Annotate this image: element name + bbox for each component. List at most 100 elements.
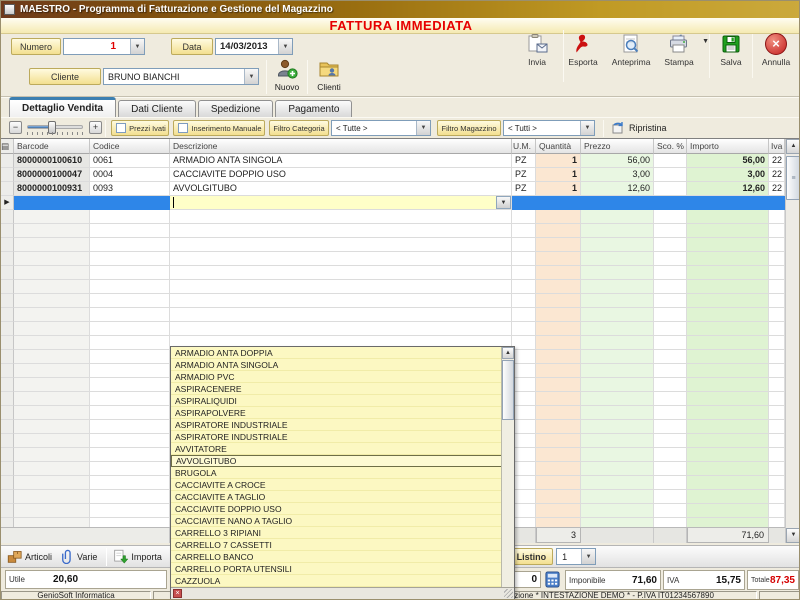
scroll-down-icon[interactable]: ▼ [786, 528, 800, 543]
clienti-button[interactable]: Clienti [313, 58, 345, 92]
cell-iva [769, 448, 785, 462]
dropdown-item[interactable]: CACCIAVITE A CROCE [171, 479, 503, 491]
dropdown-item[interactable]: CACCIAVITE NANO A TAGLIO [171, 515, 503, 527]
stampa-dropdown-arrow-icon[interactable]: ▼ [702, 38, 709, 45]
data-button[interactable]: Data [171, 38, 213, 55]
cell-iva: 22 [769, 168, 785, 182]
filtro-magazzino-combo[interactable]: < Tutti > ▼ [503, 120, 595, 136]
numero-combo[interactable]: 1 ▼ [63, 38, 145, 55]
data-combo[interactable]: 14/03/2013 ▼ [215, 38, 293, 55]
dropdown-item[interactable]: ARMADIO ANTA SINGOLA [171, 359, 503, 371]
scroll-up-icon[interactable]: ▲ [786, 139, 800, 154]
table-row[interactable]: 80000001009310093AVVOLGITUBOPZ112,6012,6… [1, 182, 800, 196]
close-icon[interactable]: × [173, 589, 182, 598]
cell-barcode [14, 294, 90, 308]
dropdown-item[interactable]: CACCIAVITE A TAGLIO [171, 491, 503, 503]
dropdown-item[interactable]: CARRELLO BANCO [171, 551, 503, 563]
column-header-prezzo[interactable]: Prezzo [581, 139, 654, 154]
scroll-thumb[interactable] [502, 360, 514, 420]
invia-label: Invia [528, 57, 546, 67]
descrizione-editor[interactable]: ▼ [170, 196, 512, 210]
varie-button[interactable]: Varie [61, 549, 97, 564]
esporta-button[interactable]: Esporta [560, 30, 606, 67]
table-row[interactable]: 80000001000470004CACCIAVITE DOPPIO USOPZ… [1, 168, 800, 182]
column-header-descrizione[interactable]: Descrizione [170, 139, 512, 154]
numero-dropdown-icon[interactable]: ▼ [130, 39, 144, 54]
dropdown-item[interactable]: AVVITATORE [171, 443, 503, 455]
importa-button[interactable]: Importa [113, 549, 162, 564]
stampa-button[interactable]: Stampa [656, 30, 702, 67]
dropdown-icon[interactable]: ▼ [581, 549, 595, 564]
column-header-barcode[interactable]: Barcode [14, 139, 90, 154]
nuovo-button[interactable]: Nuovo [271, 58, 303, 92]
checkbox-icon[interactable] [178, 123, 188, 133]
filtro-magazzino-button[interactable]: Filtro Magazzino [437, 120, 501, 136]
cell-prezzo [581, 434, 654, 448]
dropdown-item[interactable]: ARMADIO ANTA DOPPIA [171, 347, 503, 359]
cell-sco [654, 434, 687, 448]
zoom-out-button[interactable]: − [9, 121, 22, 134]
data-dropdown-icon[interactable]: ▼ [278, 39, 292, 54]
tab-spedizione[interactable]: Spedizione [198, 100, 273, 117]
listino-combo[interactable]: 1 ▼ [556, 548, 596, 565]
dropdown-item[interactable]: ASPIRACENERE [171, 383, 503, 395]
tab-dettaglio-vendita[interactable]: Dettaglio Vendita [9, 97, 116, 117]
numero-button[interactable]: Numero [11, 38, 61, 55]
dropdown-scrollbar[interactable]: ▲ [501, 347, 514, 587]
dropdown-item[interactable]: ASPIRALIQUIDI [171, 395, 503, 407]
dropdown-item[interactable]: BRUGOLA [171, 467, 503, 479]
printer-icon [668, 33, 690, 55]
articoli-button[interactable]: Articoli [7, 549, 52, 564]
table-row[interactable]: 80000001006100061ARMADIO ANTA SINGOLAPZ1… [1, 154, 800, 168]
dropdown-item[interactable]: ASPIRAPOLVERE [171, 407, 503, 419]
column-header-quantita[interactable]: Quantità [536, 139, 581, 154]
dropdown-item[interactable]: CARRELLO 7 CASSETTI [171, 539, 503, 551]
prezzi-ivati-label: Prezzi Ivati [129, 124, 166, 133]
dropdown-item[interactable]: CARRELLO PORTA UTENSILI [171, 563, 503, 575]
resize-grip-icon[interactable] [504, 589, 513, 598]
zoom-slider[interactable] [27, 125, 83, 129]
filtro-categoria-button[interactable]: Filtro Categoria [269, 120, 329, 136]
column-header-codice[interactable]: Codice [90, 139, 170, 154]
dropdown-item[interactable]: CARRELLO 3 RIPIANI [171, 527, 503, 539]
cliente-combo[interactable]: BRUNO BIANCHI ▼ [103, 68, 259, 85]
column-header-um[interactable]: U.M. [512, 139, 536, 154]
invia-button[interactable]: Invia [514, 30, 560, 67]
annulla-button[interactable]: × Annulla [753, 30, 799, 67]
active-row[interactable]: ▶ ▼ [1, 196, 800, 210]
dropdown-item[interactable]: CAZZUOLA [171, 575, 503, 587]
editor-dropdown-button[interactable]: ▼ [496, 196, 511, 209]
dropdown-item[interactable]: CACCIAVITE DOPPIO USO [171, 503, 503, 515]
tab-pagamento[interactable]: Pagamento [275, 100, 352, 117]
cell-prezzo [581, 392, 654, 406]
ripristina-button[interactable]: Ripristina [611, 121, 667, 135]
prezzi-ivati-checkbox[interactable]: Prezzi Ivati [111, 120, 169, 136]
grid-scrollbar[interactable]: ▲ ▼ [785, 139, 800, 543]
scroll-up-icon[interactable]: ▲ [502, 347, 514, 359]
checkbox-icon[interactable] [116, 123, 126, 133]
scroll-thumb[interactable] [786, 156, 800, 200]
cliente-dropdown-icon[interactable]: ▼ [244, 69, 258, 84]
column-header-iva[interactable]: Iva [769, 139, 785, 154]
dropdown-icon[interactable]: ▼ [416, 121, 430, 135]
salva-button[interactable]: Salva [710, 30, 752, 67]
app-window: MAESTRO - Programma di Fatturazione e Ge… [0, 0, 800, 600]
calcolatrice-button[interactable] [544, 571, 561, 590]
filtro-categoria-combo[interactable]: < Tutte > ▼ [331, 120, 431, 136]
cell-importo [687, 392, 769, 406]
title-bar[interactable]: MAESTRO - Programma di Fatturazione e Ge… [1, 1, 800, 18]
dropdown-item[interactable]: ASPIRATORE INDUSTRIALE [171, 419, 503, 431]
cell-sco [654, 196, 687, 210]
dropdown-item[interactable]: ARMADIO PVC [171, 371, 503, 383]
inserimento-manuale-checkbox[interactable]: Inserimento Manuale [173, 120, 265, 136]
column-header-sco[interactable]: Sco. % [654, 139, 687, 154]
dropdown-icon[interactable]: ▼ [580, 121, 594, 135]
cell-sco [654, 420, 687, 434]
anteprima-button[interactable]: Anteprima [606, 30, 656, 67]
cliente-button[interactable]: Cliente [29, 68, 101, 85]
zoom-in-button[interactable]: + [89, 121, 102, 134]
column-header-importo[interactable]: Importo [687, 139, 769, 154]
dropdown-item[interactable]: AVVOLGITUBO [171, 455, 503, 467]
tab-dati-cliente[interactable]: Dati Cliente [118, 100, 196, 117]
dropdown-item[interactable]: ASPIRATORE INDUSTRIALE [171, 431, 503, 443]
